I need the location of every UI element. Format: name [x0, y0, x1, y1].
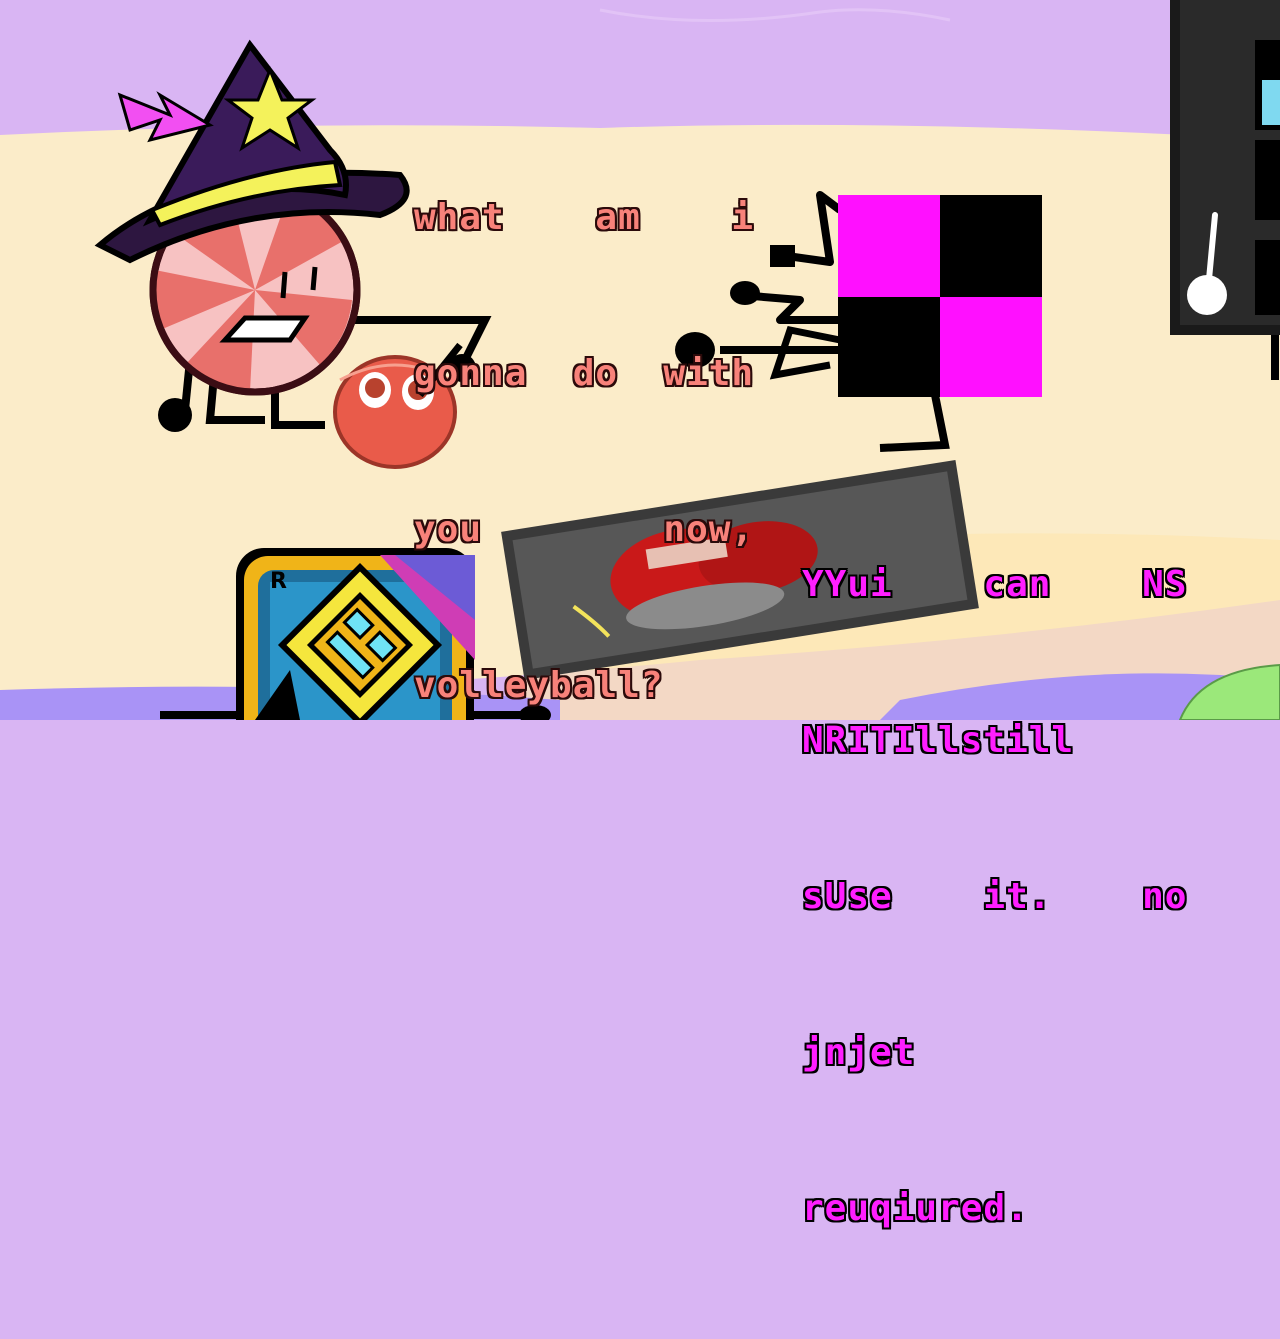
dialogue-line: gonna do with: [414, 353, 755, 394]
dialogue-line: reuqiured.: [802, 1188, 1029, 1229]
scene: R what am i gonna do with you now, volle…: [0, 0, 1280, 1229]
dialogue-line: NRITIllstill: [802, 720, 1075, 761]
dialogue-line: you now,: [414, 509, 755, 550]
dialogue-line: volleyball?: [414, 665, 664, 706]
dialogue-line: jnjet: [802, 1032, 916, 1073]
dialogue-line: what am i: [414, 197, 755, 238]
peppermint-dialogue: what am i gonna do with you now, volleyb…: [414, 88, 754, 816]
checker-dialogue: YYui can NS NRITIllstill sUse it. no jnj…: [802, 455, 1187, 1339]
dialogue-line: sUse it. no: [802, 876, 1188, 917]
svg-text:R: R: [270, 569, 287, 594]
dialogue-line: YYui can NS: [802, 564, 1188, 605]
